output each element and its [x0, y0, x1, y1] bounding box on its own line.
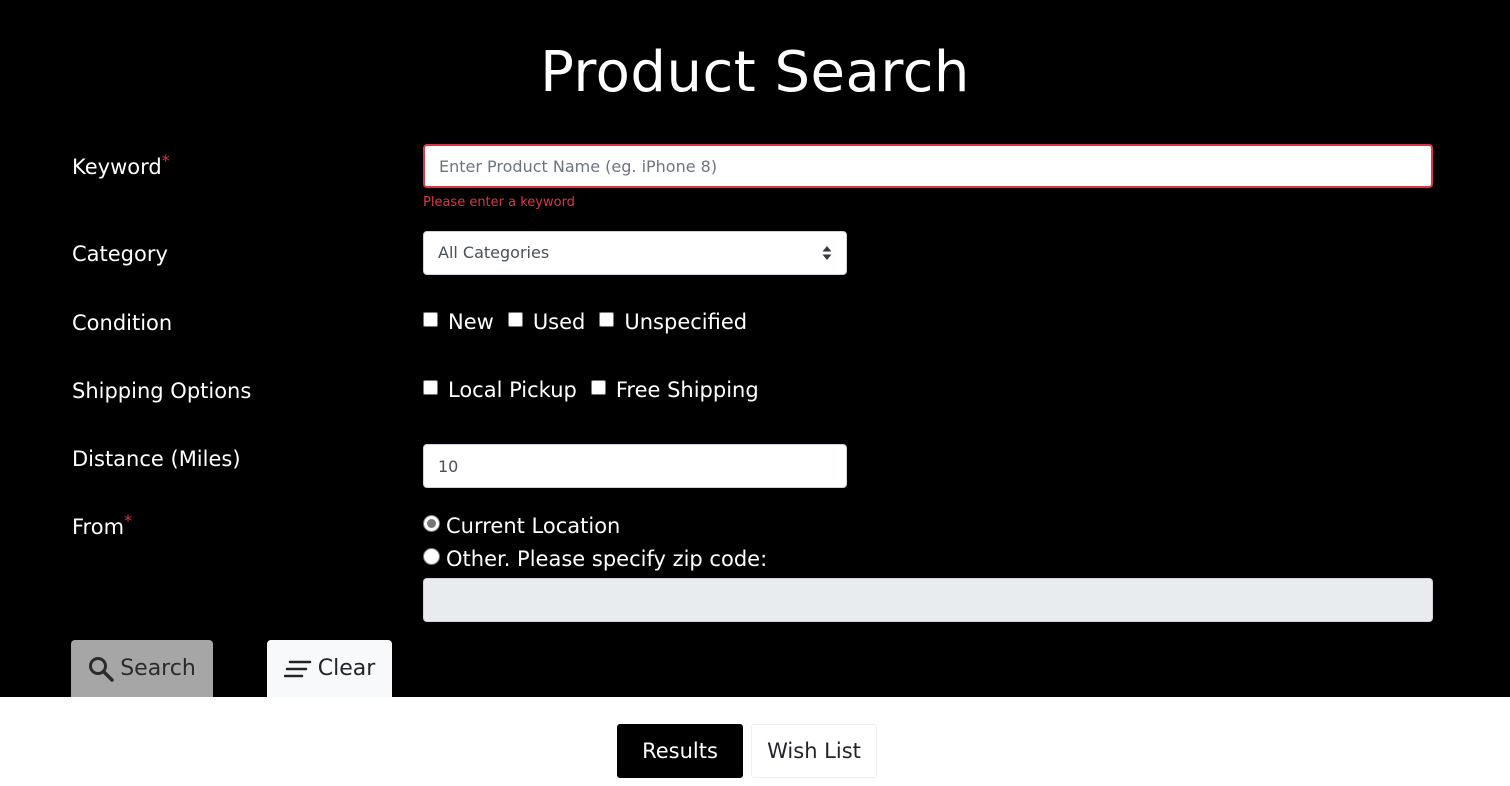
- distance-input[interactable]: [423, 444, 847, 488]
- condition-used-label[interactable]: Used: [533, 310, 586, 334]
- zip-code-input[interactable]: [423, 578, 1433, 622]
- local-pickup-label[interactable]: Local Pickup: [448, 378, 577, 402]
- current-location-option[interactable]: Current Location: [423, 514, 620, 538]
- search-form-panel: Product Search Keyword* Please enter a k…: [0, 0, 1510, 697]
- condition-new-checkbox[interactable]: [423, 311, 438, 327]
- required-marker: *: [161, 151, 170, 170]
- free-shipping-checkbox[interactable]: [590, 379, 606, 395]
- required-marker: *: [124, 511, 133, 530]
- clear-button-label: Clear: [317, 656, 376, 681]
- search-button[interactable]: Search: [71, 640, 213, 697]
- local-pickup-checkbox[interactable]: [423, 379, 438, 395]
- condition-label: Condition: [72, 311, 173, 335]
- distance-label: Distance (Miles): [72, 447, 241, 471]
- search-button-label: Search: [120, 656, 196, 681]
- select-arrows-icon: [822, 246, 832, 260]
- tab-results[interactable]: Results: [617, 724, 743, 778]
- keyword-label-text: Keyword: [72, 155, 162, 179]
- category-label: Category: [72, 242, 168, 266]
- shipping-options: Local Pickup Free Shipping: [423, 378, 773, 402]
- free-shipping-label[interactable]: Free Shipping: [616, 378, 759, 402]
- condition-unspecified-checkbox[interactable]: [599, 311, 615, 327]
- keyword-label: Keyword*: [72, 151, 170, 179]
- keyword-input[interactable]: [423, 144, 1433, 188]
- condition-new-label[interactable]: New: [448, 310, 494, 334]
- keyword-error-message: Please enter a keyword: [423, 195, 575, 210]
- clear-button[interactable]: Clear: [267, 640, 392, 697]
- tab-wish-list[interactable]: Wish List: [751, 724, 877, 778]
- condition-unspecified-label[interactable]: Unspecified: [624, 310, 747, 334]
- condition-used-checkbox[interactable]: [507, 311, 523, 327]
- shipping-label: Shipping Options: [72, 379, 252, 403]
- clear-sort-icon: [283, 660, 311, 677]
- other-location-label[interactable]: Other. Please specify zip code:: [446, 547, 767, 571]
- current-location-radio[interactable]: [423, 514, 440, 532]
- view-tabs: Results Wish List: [617, 724, 877, 778]
- condition-options: New Used Unspecified: [423, 310, 761, 334]
- from-label-text: From: [72, 515, 125, 539]
- category-selected-value: All Categories: [438, 243, 550, 262]
- current-location-label[interactable]: Current Location: [446, 514, 620, 538]
- search-icon: [89, 656, 114, 682]
- other-location-radio[interactable]: [423, 547, 440, 565]
- other-location-option[interactable]: Other. Please specify zip code:: [423, 547, 767, 571]
- from-label: From*: [72, 511, 132, 539]
- category-select[interactable]: All Categories: [423, 231, 847, 275]
- page-title: Product Search: [540, 40, 970, 105]
